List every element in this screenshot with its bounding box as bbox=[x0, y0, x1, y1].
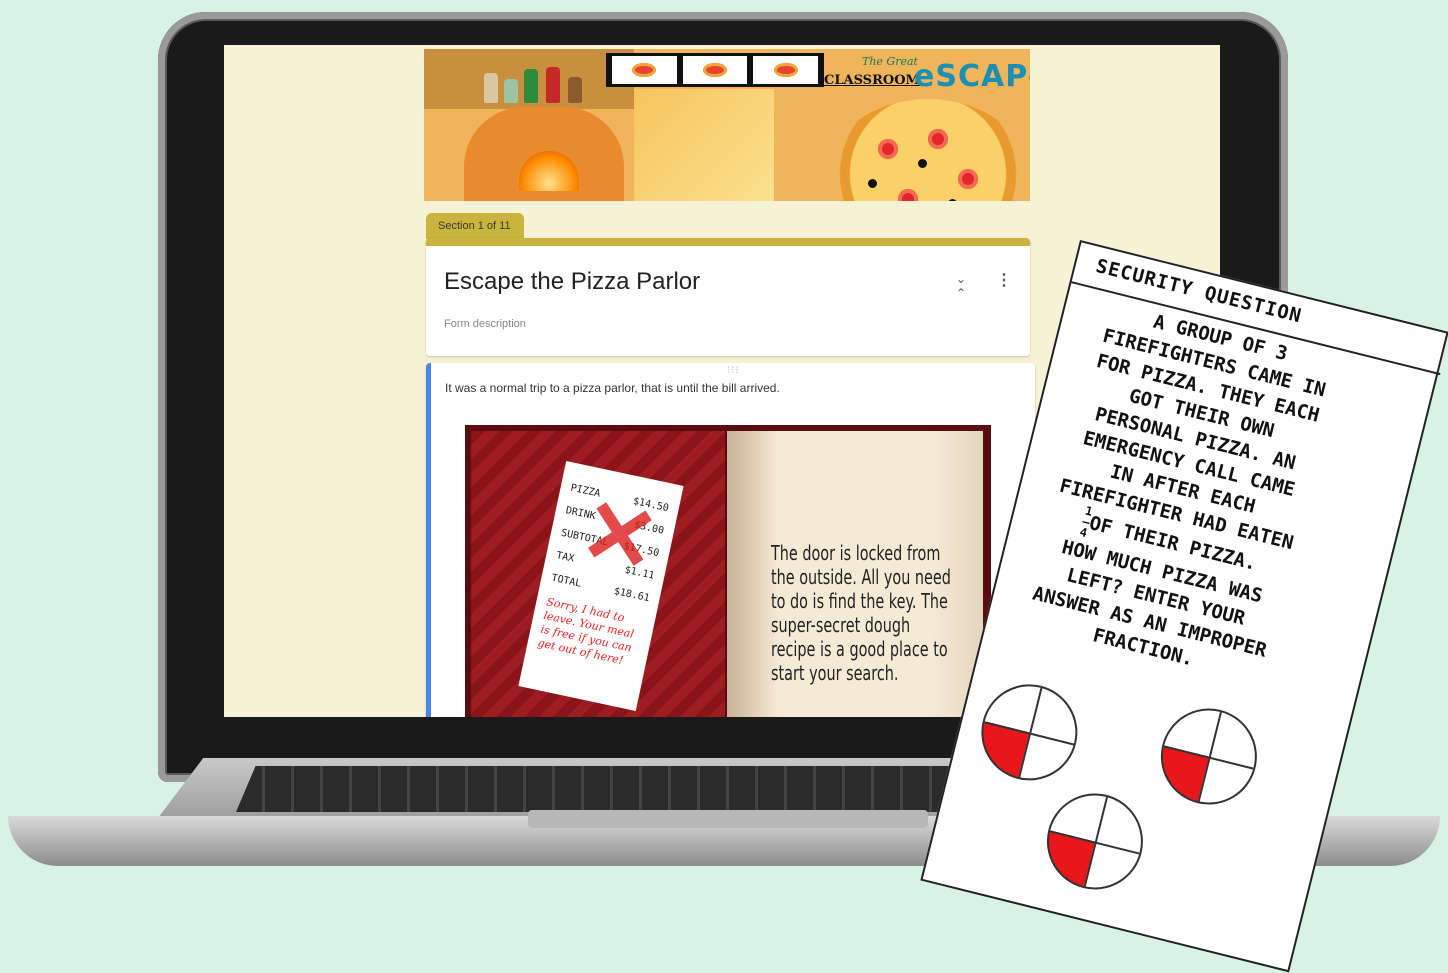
open-book-image: PIZZA $14.50 DRINK $3.00 SUBTOTAL $17.50 TA… bbox=[465, 425, 991, 717]
receipt-image: PIZZA $14.50 DRINK $3.00 SUBTOTAL $17.50 TA… bbox=[518, 461, 684, 711]
receipt-handwritten-note: Sorry, I had to leave. Your meal is free… bbox=[536, 595, 636, 668]
logo-escape: eSCAPe bbox=[914, 59, 1030, 94]
brick-oven-illustration bbox=[464, 107, 624, 201]
logo-classroom: CLASSROOM bbox=[824, 73, 920, 88]
item-description-text[interactable]: It was a normal trip to a pizza parlor, … bbox=[445, 381, 780, 395]
logo-the-great: The Great bbox=[862, 55, 918, 68]
menu-pizza-card bbox=[753, 56, 819, 84]
pizza-illustration bbox=[828, 99, 1028, 201]
form-title[interactable]: Escape the Pizza Parlor bbox=[444, 268, 700, 296]
form-item-card[interactable]: ⁝⁝⁝ It was a normal trip to a pizza parl… bbox=[426, 363, 1035, 717]
menu-pizza-card bbox=[682, 56, 748, 84]
section-tab[interactable]: Section 1 of 11 bbox=[426, 213, 524, 239]
shelf-illustration bbox=[424, 49, 634, 109]
more-vertical-icon[interactable]: ⋮ bbox=[996, 270, 1012, 290]
drag-handle-icon[interactable]: ⁝⁝⁝ bbox=[727, 365, 740, 376]
book-handwritten-note: The door is locked from the outside. All… bbox=[771, 541, 951, 685]
menu-board-illustration bbox=[606, 53, 824, 87]
oven-fire-illustration bbox=[519, 151, 579, 191]
form-title-card[interactable]: Escape the Pizza Parlor Form description… bbox=[426, 238, 1030, 356]
pizza-quarter-eaten-icon bbox=[1036, 783, 1154, 900]
book-right-page: The door is locked from the outside. All… bbox=[727, 431, 983, 717]
form-header-banner: The Great CLASSROOM eSCAPe bbox=[424, 49, 1030, 201]
kitchen-wall-illustration bbox=[634, 89, 774, 201]
collapse-icon[interactable]: ⌄ ⌃ bbox=[956, 272, 966, 300]
menu-pizza-card bbox=[612, 56, 677, 84]
form-description-field[interactable]: Form description bbox=[444, 318, 526, 330]
great-classroom-escape-logo: The Great CLASSROOM eSCAPe bbox=[824, 55, 1030, 95]
laptop-trackpad bbox=[528, 810, 928, 828]
book-left-page: PIZZA $14.50 DRINK $3.00 SUBTOTAL $17.50 TA… bbox=[471, 431, 725, 717]
pizza-quarter-eaten-icon bbox=[1150, 698, 1268, 815]
pizza-quarter-eaten-icon bbox=[971, 674, 1088, 791]
